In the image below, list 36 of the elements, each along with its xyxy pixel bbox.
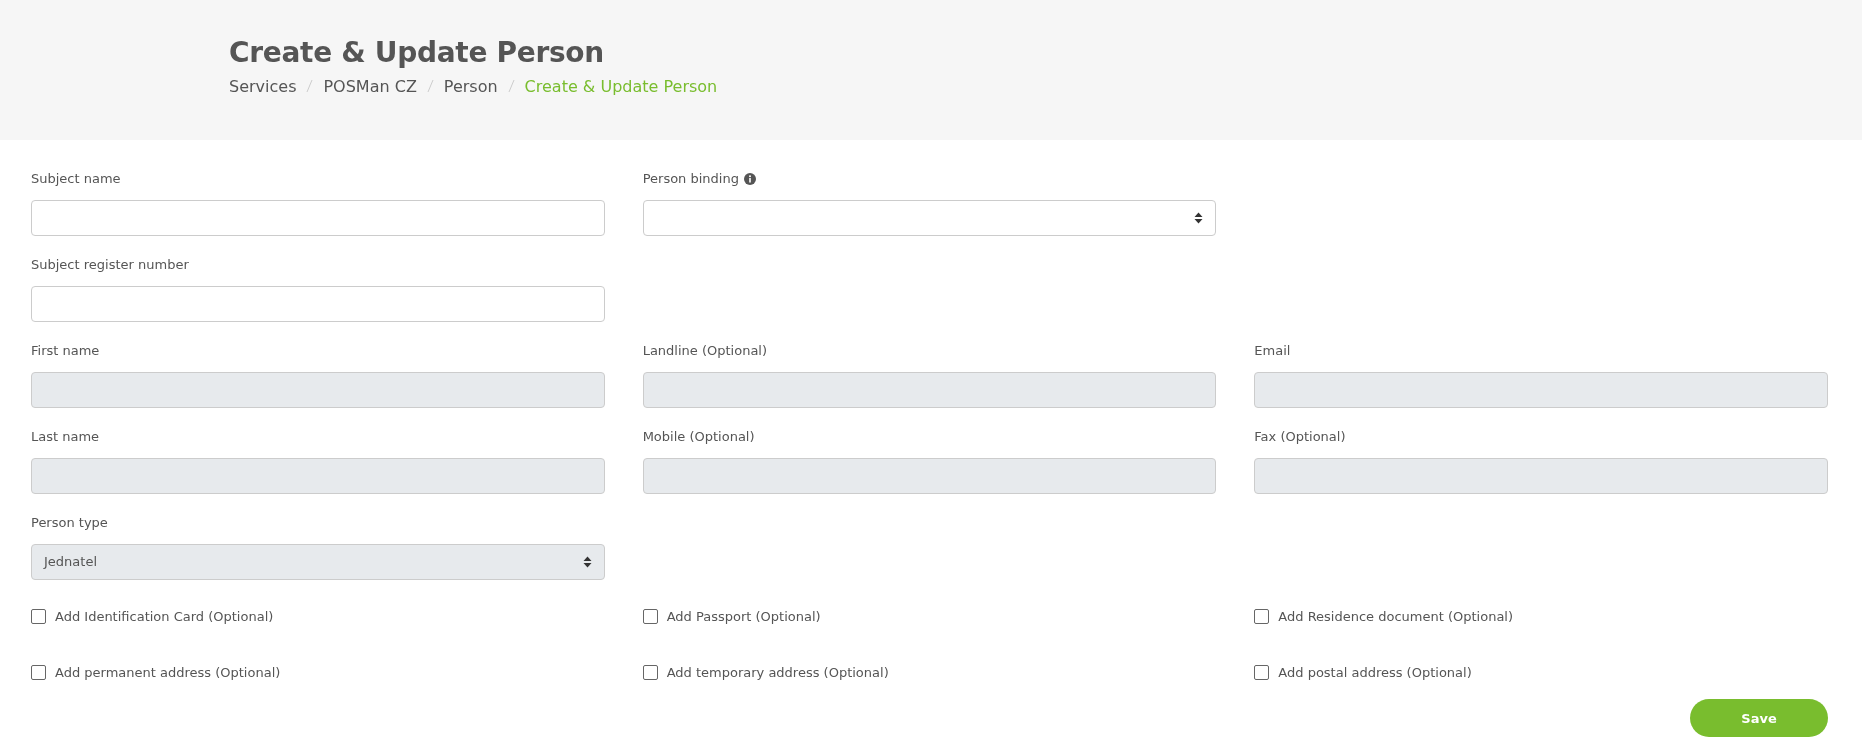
sort-caret-icon bbox=[582, 555, 592, 568]
checkbox[interactable] bbox=[31, 664, 46, 680]
input-field[interactable] bbox=[31, 199, 605, 236]
breadcrumb-link[interactable]: POSMan CZ bbox=[323, 77, 417, 96]
checkbox-label: Add Passport (Optional) bbox=[666, 608, 821, 624]
page-title: Create & Update Person bbox=[229, 36, 604, 69]
checkbox[interactable] bbox=[642, 664, 658, 680]
checkbox-label: Add Identification Card (Optional) bbox=[55, 608, 274, 624]
breadcrumb-current: Create & Update Person bbox=[524, 77, 718, 96]
breadcrumb-link[interactable]: Services bbox=[229, 77, 297, 96]
field-label: Email bbox=[1254, 343, 1291, 359]
field-label: Person type bbox=[31, 515, 108, 531]
checkbox-label: Add Residence document (Optional) bbox=[1278, 608, 1514, 624]
field-label: First name bbox=[31, 343, 100, 359]
checkbox[interactable] bbox=[642, 608, 658, 624]
checkbox-label: Add postal address (Optional) bbox=[1278, 664, 1472, 680]
field-label: Person binding bbox=[642, 171, 739, 187]
field-label: Subject name bbox=[31, 171, 121, 187]
checkbox[interactable] bbox=[31, 608, 46, 624]
field-label: Fax (Optional) bbox=[1254, 429, 1346, 445]
breadcrumb-link[interactable]: Person bbox=[443, 77, 498, 96]
checkbox[interactable] bbox=[1254, 608, 1270, 624]
field-label: Landline (Optional) bbox=[642, 343, 768, 359]
checkbox[interactable] bbox=[1254, 664, 1270, 680]
checkbox-label: Add permanent address (Optional) bbox=[55, 664, 281, 680]
field-label: Mobile (Optional) bbox=[642, 429, 755, 445]
separator-icon bbox=[426, 80, 434, 92]
input-field[interactable] bbox=[31, 285, 605, 322]
select-field[interactable] bbox=[642, 199, 1217, 236]
separator-icon bbox=[306, 80, 314, 92]
field-label: Subject register number bbox=[31, 257, 189, 273]
sort-caret-icon bbox=[1194, 211, 1204, 224]
field-label: Last name bbox=[31, 429, 100, 445]
checkbox-label: Add temporary address (Optional) bbox=[666, 664, 889, 680]
info-icon[interactable] bbox=[743, 172, 756, 185]
separator-icon bbox=[507, 80, 515, 92]
